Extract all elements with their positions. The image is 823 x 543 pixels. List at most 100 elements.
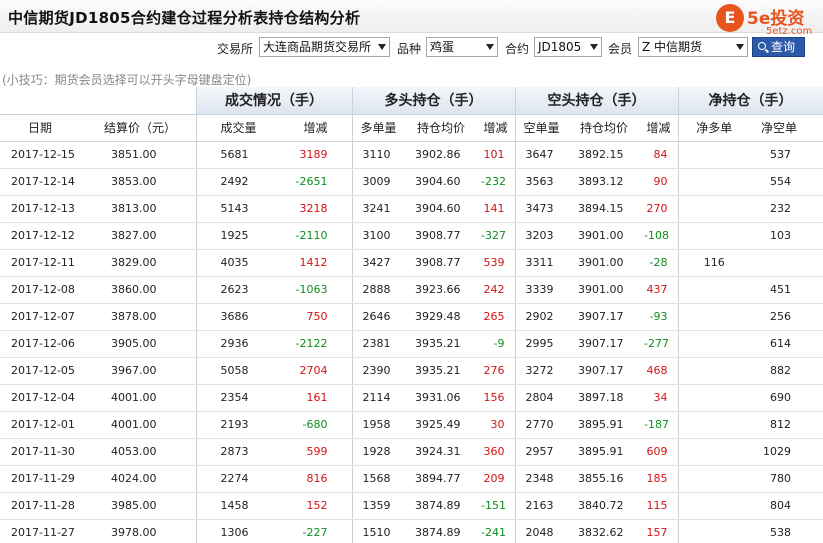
volume-cell: 1925 — [196, 222, 278, 250]
short-qty-cell: 3203 — [515, 222, 572, 250]
tip-text: (小技巧：期货会员选择可以开头字母键盘定位) — [2, 73, 252, 87]
long-qty-cell: 2888 — [352, 276, 409, 304]
col-header-volume[interactable]: 成交量 — [196, 114, 278, 142]
net-long-cell — [678, 384, 750, 412]
settle-price-cell: 3853.00 — [90, 168, 197, 196]
short-qty-cell: 2995 — [515, 330, 572, 358]
col-header-volume-change[interactable]: 增减 — [278, 114, 353, 142]
long-change-cell: 156 — [481, 384, 516, 412]
col-header-settle-price[interactable]: 结算价（元） — [90, 114, 197, 142]
net-long-cell — [678, 168, 750, 196]
short-qty-cell: 3272 — [515, 357, 572, 385]
net-short-cell: 812 — [750, 411, 823, 439]
member-select[interactable]: Z 中信期货 — [638, 37, 748, 57]
long-avg-cell: 3908.77 — [409, 222, 481, 250]
settle-price-cell: 4053.00 — [90, 438, 197, 466]
group-header-row: 成交情况（手） 多头持仓（手） 空头持仓（手） 净持仓（手） — [0, 87, 823, 115]
long-qty-cell: 2114 — [352, 384, 409, 412]
col-header-net-short[interactable]: 净空单 — [750, 114, 823, 142]
net-short-cell: 1029 — [750, 438, 823, 466]
col-header-net-long[interactable]: 净多单 — [678, 114, 750, 142]
short-qty-cell: 2048 — [515, 519, 572, 543]
date-cell: 2017-12-05 — [0, 357, 90, 385]
query-button[interactable]: 查询 — [752, 37, 805, 57]
variety-select-value: 鸡蛋 — [430, 40, 455, 54]
net-long-cell — [678, 465, 750, 493]
volume-change-cell: 161 — [278, 384, 353, 412]
date-cell: 2017-12-14 — [0, 168, 90, 196]
net-short-cell — [750, 249, 823, 277]
volume-change-cell: 152 — [278, 492, 353, 520]
variety-label: 品种 — [397, 42, 422, 56]
volume-change-cell: 3189 — [278, 141, 353, 169]
col-header-long-qty[interactable]: 多单量 — [352, 114, 409, 142]
volume-change-cell: 2704 — [278, 357, 353, 385]
long-avg-cell: 3904.60 — [409, 195, 481, 223]
col-header-short-qty[interactable]: 空单量 — [515, 114, 572, 142]
short-qty-cell: 3311 — [515, 249, 572, 277]
contract-label: 合约 — [505, 42, 530, 56]
long-qty-cell: 1928 — [352, 438, 409, 466]
group-header-blank — [0, 87, 197, 115]
col-header-short-avg[interactable]: 持仓均价 — [572, 114, 644, 142]
long-change-cell: 276 — [481, 357, 516, 385]
settle-price-cell: 3978.00 — [90, 519, 197, 543]
long-qty-cell: 1958 — [352, 411, 409, 439]
col-header-long-avg[interactable]: 持仓均价 — [409, 114, 481, 142]
table-row: 2017-11-28 3985.00 1458 152 1359 3874.89 -151 2… — [0, 492, 823, 520]
volume-cell: 2623 — [196, 276, 278, 304]
volume-cell: 5681 — [196, 141, 278, 169]
volume-cell: 2936 — [196, 330, 278, 358]
contract-select[interactable]: JD1805 — [534, 37, 602, 57]
column-header-row: 日期 结算价（元） 成交量 增减 多单量 持仓均价 增减 空单量 持仓均价 增减… — [0, 114, 823, 142]
volume-cell: 4035 — [196, 249, 278, 277]
settle-price-cell: 3851.00 — [90, 141, 197, 169]
net-long-cell — [678, 357, 750, 385]
long-avg-cell: 3929.48 — [409, 303, 481, 331]
table-row: 2017-12-07 3878.00 3686 750 2646 3929.48 265 29… — [0, 303, 823, 331]
long-qty-cell: 3110 — [352, 141, 409, 169]
settle-price-cell: 3878.00 — [90, 303, 197, 331]
short-change-cell: -277 — [644, 330, 679, 358]
net-short-cell: 690 — [750, 384, 823, 412]
group-header-net: 净持仓（手） — [678, 87, 823, 115]
exchange-select[interactable]: 大连商品期货交易所 — [259, 37, 390, 57]
date-cell: 2017-12-13 — [0, 195, 90, 223]
date-cell: 2017-12-06 — [0, 330, 90, 358]
long-avg-cell: 3923.66 — [409, 276, 481, 304]
short-change-cell: 157 — [644, 519, 679, 543]
short-qty-cell: 2770 — [515, 411, 572, 439]
short-qty-cell: 3473 — [515, 195, 572, 223]
short-qty-cell: 2902 — [515, 303, 572, 331]
short-change-cell: -187 — [644, 411, 679, 439]
long-qty-cell: 3241 — [352, 195, 409, 223]
group-header-volume: 成交情况（手） — [196, 87, 353, 115]
long-qty-cell: 2390 — [352, 357, 409, 385]
short-avg-cell: 3901.00 — [572, 276, 644, 304]
settle-price-cell: 3860.00 — [90, 276, 197, 304]
volume-cell: 2354 — [196, 384, 278, 412]
short-change-cell: -28 — [644, 249, 679, 277]
date-cell: 2017-12-12 — [0, 222, 90, 250]
filter-bar: 交易所 大连商品期货交易所 品种 鸡蛋 合约 JD1805 会员 Z 中信期货 … — [0, 36, 823, 60]
table-row: 2017-12-13 3813.00 5143 3218 3241 3904.60 141 3… — [0, 195, 823, 223]
col-header-date[interactable]: 日期 — [0, 114, 90, 142]
exchange-label: 交易所 — [217, 42, 254, 56]
variety-select[interactable]: 鸡蛋 — [426, 37, 498, 57]
net-long-cell — [678, 276, 750, 304]
short-qty-cell: 3563 — [515, 168, 572, 196]
site-logo[interactable]: E 5e投资 5etz.com — [716, 2, 820, 38]
table-row: 2017-12-01 4001.00 2193 -680 1958 3925.49 30 27… — [0, 411, 823, 439]
net-short-cell: 554 — [750, 168, 823, 196]
volume-cell: 2492 — [196, 168, 278, 196]
long-qty-cell: 2381 — [352, 330, 409, 358]
long-avg-cell: 3924.31 — [409, 438, 481, 466]
col-header-short-change[interactable]: 增减 — [644, 114, 679, 142]
long-avg-cell: 3902.86 — [409, 141, 481, 169]
settle-price-cell: 4001.00 — [90, 384, 197, 412]
col-header-long-change[interactable]: 增减 — [481, 114, 516, 142]
volume-change-cell: -680 — [278, 411, 353, 439]
long-avg-cell: 3925.49 — [409, 411, 481, 439]
short-qty-cell: 2163 — [515, 492, 572, 520]
net-short-cell: 804 — [750, 492, 823, 520]
